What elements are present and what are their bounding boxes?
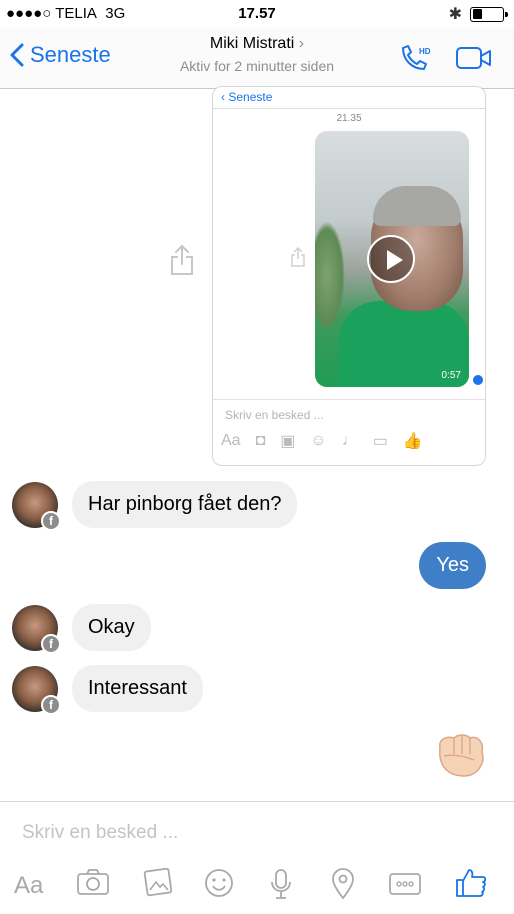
screenshot-timestamp: 21.35 — [336, 113, 362, 124]
mic-icon[interactable] — [270, 868, 292, 900]
screenshot-emoji-icon: ☺ — [310, 432, 327, 449]
battery-icon — [470, 6, 508, 22]
screenshot-camera-icon: ◘ — [255, 432, 266, 449]
avatar[interactable]: f — [12, 604, 61, 654]
emoji-icon[interactable] — [204, 868, 234, 898]
back-label: Seneste — [30, 42, 111, 67]
avatar[interactable]: f — [12, 665, 61, 715]
message-composer: Skriv en besked ... Aa — [0, 801, 514, 914]
video-background-tree — [315, 221, 345, 331]
screenshot-gallery-icon: ▣ — [280, 433, 296, 450]
screenshot-back-text: Seneste — [228, 90, 273, 104]
message-row: f Har pinborg fået den? — [12, 481, 298, 531]
screenshot-like-icon: 👍 — [402, 433, 423, 450]
video-duration: 0:57 — [441, 370, 461, 381]
video-message[interactable]: 0:57 — [315, 131, 469, 387]
share-icon[interactable] — [170, 244, 194, 276]
screenshot-share-icon — [291, 247, 305, 267]
chevron-right-icon: › — [298, 35, 305, 52]
facebook-badge-icon: f — [41, 633, 61, 654]
conversation-title[interactable]: Miki Mistrati › Aktiv for 2 minutter sid… — [140, 35, 374, 74]
video-call-icon[interactable] — [455, 46, 493, 70]
message-input[interactable]: Skriv en besked ... — [22, 822, 178, 844]
like-icon[interactable] — [455, 866, 487, 898]
seen-indicator-icon — [473, 375, 483, 385]
camera-icon[interactable] — [76, 868, 110, 896]
message-row: f Interessant — [12, 665, 203, 715]
message-bubble[interactable]: Interessant — [72, 665, 203, 712]
screenshot-toolbar: Aa ◘ ▣ ☺ ♩ ▭ 👍 — [221, 431, 423, 451]
shared-screenshot[interactable]: ‹ Seneste 21.35 0:57 Skriv en besked ...… — [212, 86, 486, 466]
screenshot-mic-icon: ♩ — [341, 432, 358, 449]
screenshot-aa-label: Aa — [221, 432, 241, 449]
message-bubble[interactable]: Har pinborg fået den? — [72, 481, 298, 528]
avatar[interactable]: f — [12, 481, 61, 531]
phone-hd-icon[interactable]: HD — [398, 42, 434, 74]
video-person-hair — [373, 186, 461, 226]
navigation-bar: Seneste Miki Mistrati › Aktiv for 2 minu… — [0, 28, 514, 89]
fist-emoji-icon[interactable] — [434, 730, 488, 780]
play-icon[interactable] — [367, 235, 415, 283]
message-row: f Okay — [12, 604, 151, 654]
screenshot-more-icon: ▭ — [372, 433, 388, 450]
screenshot-input: Skriv en besked ... — [213, 399, 485, 430]
screenshot-back-label: ‹ Seneste — [221, 90, 273, 104]
bluetooth-icon: ✱ — [448, 6, 462, 23]
back-button[interactable]: Seneste — [10, 42, 111, 68]
gallery-icon[interactable] — [142, 868, 172, 898]
svg-text:HD: HD — [419, 47, 431, 56]
screenshot-nav: ‹ Seneste — [213, 87, 485, 109]
facebook-badge-icon: f — [41, 510, 61, 531]
contact-name: Miki Mistrati — [209, 35, 295, 52]
my-message-bubble[interactable]: Yes — [419, 542, 486, 589]
status-bar: ●●●●○ TELIA 3G 17.57 ✱ — [0, 0, 514, 28]
status-time: 17.57 — [238, 5, 276, 22]
text-format-button[interactable]: Aa — [14, 872, 43, 900]
message-bubble[interactable]: Okay — [72, 604, 151, 651]
status-right: ✱ — [448, 4, 508, 24]
location-icon[interactable] — [331, 868, 355, 900]
more-icon[interactable] — [388, 872, 422, 896]
chevron-left-icon — [10, 43, 24, 67]
active-status: Aktiv for 2 minutter siden — [179, 58, 335, 74]
facebook-badge-icon: f — [41, 694, 61, 715]
